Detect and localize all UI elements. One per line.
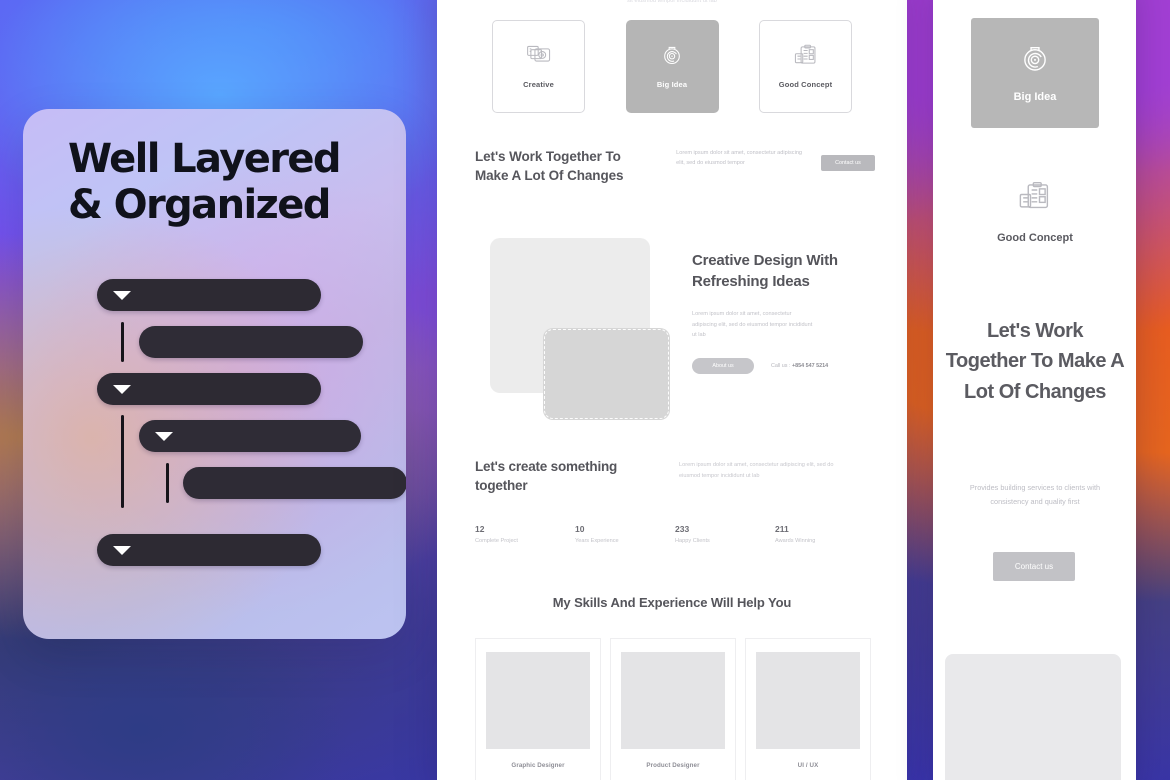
skill-image-placeholder	[756, 652, 860, 749]
feature-card-label: Big Idea	[656, 80, 688, 89]
skill-card[interactable]: UI / UX	[745, 638, 871, 780]
skill-label: Product Designer	[646, 762, 700, 769]
lets-create-section: Let's create something together Lorem ip…	[475, 458, 875, 544]
page-title: Well Layered & Organized	[68, 136, 368, 229]
hero-card: Well Layered & Organized	[23, 109, 406, 639]
mobile-feature-card-good-concept[interactable]: Good Concept	[971, 181, 1099, 244]
image-stack-icon	[526, 44, 552, 68]
stat-number: 10	[575, 523, 585, 534]
layer-child-2[interactable]	[183, 467, 406, 499]
hero-title-line-1: Well Layered	[68, 136, 342, 182]
layer-tree	[75, 279, 406, 581]
call-us-info: Call us : +854 547 5214	[771, 363, 828, 369]
chevron-down-icon[interactable]	[113, 291, 131, 300]
work-together-heading: Let's Work Together To Make A Lot Of Cha…	[475, 149, 624, 183]
clipboard-blueprint-icon	[1017, 181, 1053, 215]
chevron-down-icon[interactable]	[113, 546, 131, 555]
layer-group-4[interactable]	[97, 534, 321, 566]
stat-item: 211 Awards Winning	[775, 524, 875, 544]
skills-section: My Skills And Experience Will Help You G…	[437, 595, 907, 780]
layer-tree-row	[75, 463, 406, 514]
skills-card-row: Graphic Designer Product Designer UI / U…	[475, 638, 871, 780]
creative-design-paragraph: Lorem ipsum dolor sit amet, consectetur …	[692, 310, 813, 339]
work-together-section: Let's Work Together To Make A Lot Of Cha…	[475, 148, 875, 185]
mobile-feature-card-big-idea[interactable]: Big Idea	[971, 18, 1099, 128]
feature-card-row: Creative Big Idea Good Concept	[492, 20, 852, 113]
work-together-paragraph: Lorem ipsum dolor sit amet, consectetur …	[676, 150, 803, 167]
feature-card-big-idea[interactable]: Big Idea	[625, 20, 719, 113]
feature-card-label: Good Concept	[778, 80, 833, 89]
layer-group-2[interactable]	[97, 373, 321, 405]
skill-label: UI / UX	[797, 762, 819, 769]
lightbulb-swirl-icon	[659, 44, 685, 68]
lets-create-paragraph: Lorem ipsum dolor sit amet, consectetur …	[679, 462, 834, 479]
mobile-image-placeholder	[945, 654, 1121, 780]
mobile-feature-card-label: Big Idea	[1013, 91, 1057, 103]
stat-number: 12	[475, 523, 485, 534]
layer-group-1[interactable]	[97, 279, 321, 311]
stat-item: 233 Happy Clients	[675, 524, 775, 544]
mobile-subtext: Provides building services to clients wi…	[969, 483, 1101, 507]
contact-us-button[interactable]: Contact us	[820, 155, 875, 171]
about-us-button[interactable]: About us	[692, 358, 754, 375]
stat-label: Years Experience	[575, 537, 619, 544]
feature-card-label: Creative	[523, 80, 554, 89]
feature-card-creative[interactable]: Creative	[492, 20, 585, 113]
indent-guide	[166, 463, 169, 503]
layer-group-3[interactable]	[139, 420, 361, 452]
poster-stage: Well Layered & Organized sit eiusmod tem…	[0, 0, 1170, 780]
skill-image-placeholder	[621, 652, 725, 749]
layer-tree-row	[75, 534, 395, 581]
skill-card[interactable]: Graphic Designer	[475, 638, 601, 780]
stat-label: Happy Clients	[675, 537, 710, 544]
image-placeholder-front	[543, 328, 670, 420]
creative-design-actions: About us Call us : +854 547 5214	[692, 358, 872, 375]
skill-card[interactable]: Product Designer	[610, 638, 736, 780]
skill-label: Graphic Designer	[511, 762, 565, 769]
layer-tree-row	[75, 279, 395, 326]
creative-design-section: Creative Design With Refreshing Ideas Lo…	[437, 220, 907, 435]
mobile-feature-card-label: Good Concept	[997, 232, 1073, 244]
stat-label: Awards Winning	[775, 537, 816, 544]
stat-item: 12 Complete Project	[475, 524, 575, 544]
chevron-down-icon[interactable]	[155, 432, 173, 441]
stat-item: 10 Years Experience	[575, 524, 675, 544]
call-us-number[interactable]: +854 547 5214	[792, 363, 828, 369]
skills-heading: My Skills And Experience Will Help You	[552, 595, 792, 610]
chevron-down-icon[interactable]	[113, 385, 131, 394]
stat-label: Complete Project	[475, 537, 518, 544]
mobile-contact-us-button[interactable]: Contact us	[993, 552, 1075, 581]
hero-title-line-2: & Organized	[68, 182, 331, 229]
call-us-label: Call us :	[771, 363, 791, 370]
feature-card-good-concept[interactable]: Good Concept	[759, 20, 852, 113]
layer-tree-row	[75, 373, 395, 420]
clipboard-blueprint-icon	[793, 44, 819, 68]
stat-number: 233	[675, 523, 690, 534]
skill-image-placeholder	[486, 652, 590, 749]
mobile-heading: Let's Work Together To Make A Lot Of Cha…	[945, 320, 1125, 403]
desktop-top-caption: sit eiusmod tempor incididunt ut lab	[627, 0, 717, 4]
lets-create-heading: Let's create something together	[475, 459, 618, 493]
layer-tree-row	[75, 322, 395, 373]
stat-number: 211	[775, 523, 789, 534]
desktop-mockup-panel: sit eiusmod tempor incididunt ut lab Cre…	[437, 0, 907, 780]
layer-tree-row	[75, 415, 395, 508]
lightbulb-swirl-icon	[1017, 43, 1053, 77]
indent-guide	[121, 322, 124, 362]
stats-row: 12 Complete Project 10 Years Experience …	[475, 524, 875, 544]
mobile-mockup-panel: Big Idea Good Concept Let's Work Togethe…	[933, 0, 1136, 780]
creative-design-heading: Creative Design With Refreshing Ideas	[692, 252, 838, 291]
layer-child-1[interactable]	[139, 326, 363, 358]
